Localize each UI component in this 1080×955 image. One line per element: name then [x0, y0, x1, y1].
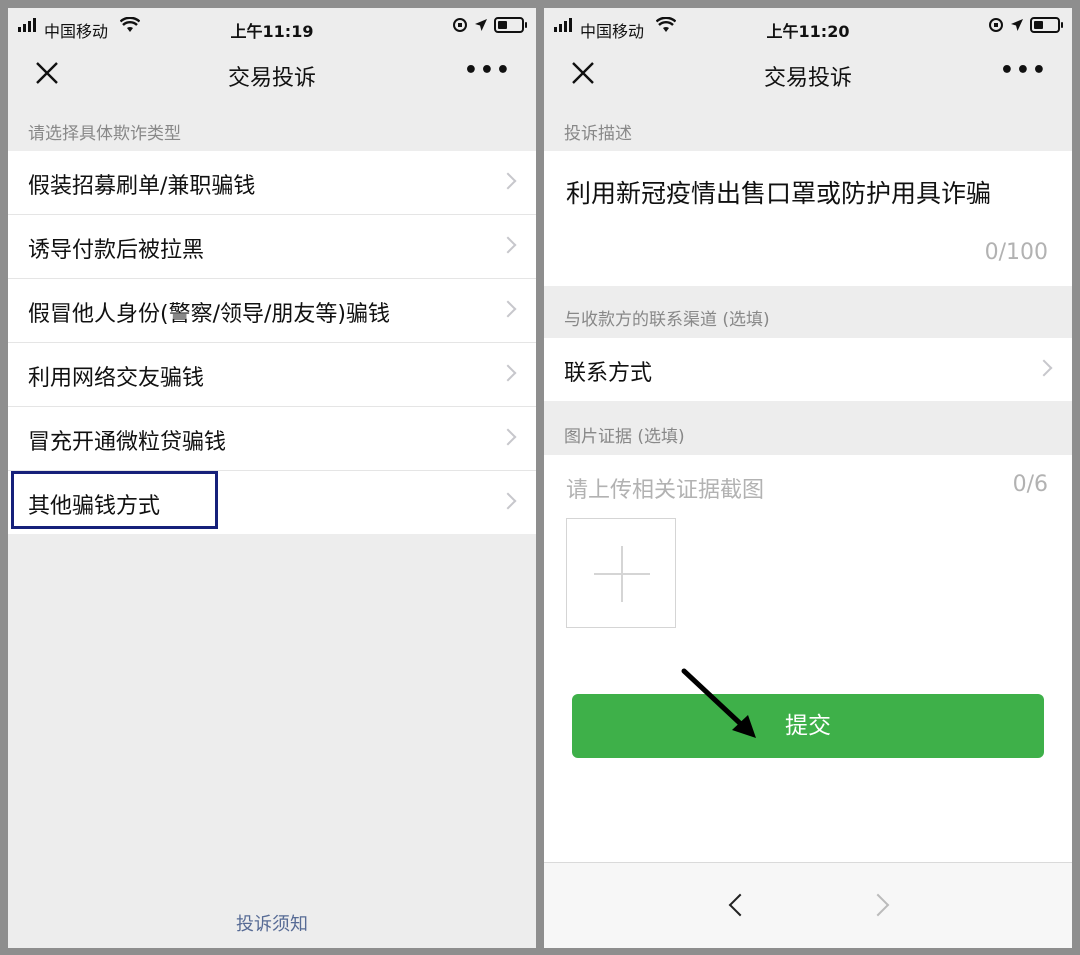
orientation-lock-icon [989, 18, 1003, 32]
option-label: 利用网络交友骗钱 [28, 366, 205, 391]
option-label: 诱导付款后被拉黑 [28, 238, 205, 263]
fraud-option[interactable]: 假冒他人身份(警察/领导/朋友等)骗钱 [8, 278, 536, 342]
highlight-box [11, 471, 218, 529]
fraud-option[interactable]: 诱导付款后被拉黑 [8, 214, 536, 278]
arrow-annotation-icon [681, 668, 756, 738]
chevron-right-icon [499, 172, 517, 190]
right-screen: 中国移动 上午11:20 交易投诉 ••• 投诉描述 利用新冠疫情出售口罩或防护… [544, 8, 1072, 948]
description-label: 投诉描述 [564, 124, 632, 144]
description-textarea[interactable] [544, 151, 1072, 286]
chevron-right-icon [499, 492, 517, 510]
back-icon[interactable] [728, 893, 752, 917]
nav-bar: 交易投诉 ••• [544, 48, 1072, 98]
contact-method-label: 联系方式 [564, 361, 653, 386]
upload-hint: 请上传相关证据截图 [566, 478, 765, 503]
page-title: 交易投诉 [227, 66, 316, 91]
chevron-right-icon [499, 428, 517, 446]
chevron-right-icon [499, 236, 517, 254]
upload-count: 0/6 [1012, 472, 1048, 497]
fraud-option[interactable]: 冒充开通微粒贷骗钱 [8, 406, 536, 470]
location-icon [1011, 19, 1023, 31]
page-title: 交易投诉 [763, 66, 852, 91]
chevron-right-icon [499, 364, 517, 382]
forward-icon [866, 893, 890, 917]
bottom-toolbar [544, 862, 1072, 948]
nav-bar: 交易投诉 ••• [8, 48, 536, 98]
chevron-right-icon [1035, 359, 1053, 377]
more-icon[interactable]: ••• [1000, 60, 1048, 82]
more-icon[interactable]: ••• [464, 60, 512, 82]
fraud-option[interactable]: 假装招募刷单/兼职骗钱 [8, 151, 536, 214]
left-screen: 中国移动 上午11:19 交易投诉 ••• 请选择具体欺诈类型 假装招募刷单/兼… [8, 8, 536, 948]
battery-icon [1030, 17, 1063, 33]
submit-button[interactable]: 提交 [572, 694, 1044, 758]
fraud-option[interactable]: 利用网络交友骗钱 [8, 342, 536, 406]
contact-label: 与收款方的联系渠道 (选填) [564, 310, 770, 330]
section-label: 请选择具体欺诈类型 [28, 124, 181, 144]
add-photo-icon[interactable] [566, 518, 676, 628]
description-count: 0/100 [984, 240, 1048, 265]
status-bar: 中国移动 上午11:20 [544, 8, 1072, 48]
orientation-lock-icon [453, 18, 467, 32]
battery-icon [494, 17, 527, 33]
contact-method-row[interactable]: 联系方式 [544, 338, 1072, 401]
option-label: 冒充开通微粒贷骗钱 [28, 430, 227, 455]
description-text: 利用新冠疫情出售口罩或防护用具诈骗 [566, 179, 992, 208]
option-label: 假装招募刷单/兼职骗钱 [28, 174, 256, 199]
location-icon [475, 19, 487, 31]
evidence-label: 图片证据 (选填) [564, 427, 685, 447]
status-bar: 中国移动 上午11:19 [8, 8, 536, 48]
contact-list: 联系方式 [544, 338, 1072, 401]
complaint-notice-link[interactable]: 投诉须知 [8, 910, 536, 936]
chevron-right-icon [499, 300, 517, 318]
option-label: 假冒他人身份(警察/领导/朋友等)骗钱 [28, 302, 390, 327]
